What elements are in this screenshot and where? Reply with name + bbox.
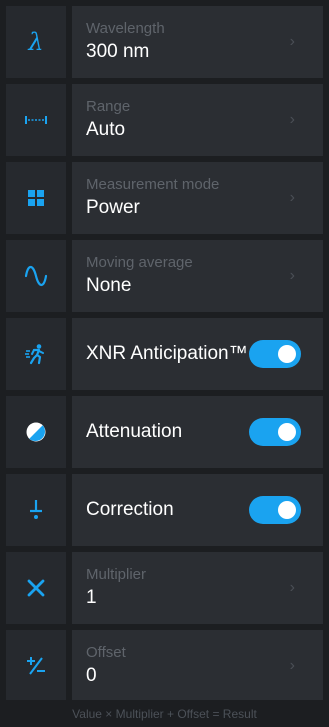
toggle-knob	[278, 501, 296, 519]
moving-average-icon-cell	[6, 240, 66, 312]
correction-icon-cell	[6, 474, 66, 546]
wavelength-icon-cell: λ	[6, 6, 66, 78]
range-setting[interactable]: Range Auto ›	[6, 84, 323, 156]
settings-panel: λ Wavelength 300 nm › Range Auto › Measu…	[0, 0, 329, 727]
correction-setting: Correction	[6, 474, 323, 546]
multiplier-icon-cell	[6, 552, 66, 624]
running-person-icon	[25, 343, 47, 365]
measurement-mode-icon-cell	[6, 162, 66, 234]
chevron-right-icon: ›	[289, 267, 295, 284]
multiplier-label: Multiplier	[86, 566, 147, 583]
measurement-mode-setting[interactable]: Measurement mode Power ›	[6, 162, 323, 234]
wavelength-value: 300 nm	[86, 41, 150, 62]
offset-label: Offset	[86, 644, 126, 661]
range-label: Range	[86, 98, 131, 115]
chevron-right-icon: ›	[289, 33, 295, 50]
multiplier-content[interactable]: Multiplier 1 ›	[72, 552, 323, 624]
grid-icon	[28, 190, 44, 206]
attenuation-toggle[interactable]	[249, 418, 301, 446]
moving-average-content[interactable]: Moving average None ›	[72, 240, 323, 312]
xnr-anticipation-toggle[interactable]	[249, 340, 301, 368]
sine-wave-icon	[24, 265, 48, 287]
xnr-content: XNR Anticipation™	[72, 318, 323, 390]
wavelength-setting[interactable]: λ Wavelength 300 nm ›	[6, 6, 323, 78]
offset-icon-cell	[6, 630, 66, 702]
offset-content[interactable]: Offset 0 ›	[72, 630, 323, 702]
range-value: Auto	[86, 119, 126, 140]
range-icon-cell	[6, 84, 66, 156]
measurement-mode-value: Power	[86, 197, 140, 218]
contrast-icon	[25, 421, 47, 443]
measurement-mode-content[interactable]: Measurement mode Power ›	[72, 162, 323, 234]
lambda-icon: λ	[24, 29, 48, 55]
xnr-icon-cell	[6, 318, 66, 390]
chevron-right-icon: ›	[289, 579, 295, 596]
wavelength-label: Wavelength	[86, 20, 165, 37]
multiply-icon	[27, 579, 45, 597]
measurement-mode-label: Measurement mode	[86, 176, 220, 193]
range-icon	[24, 114, 48, 126]
chevron-right-icon: ›	[289, 111, 295, 128]
attenuation-content: Attenuation	[72, 396, 323, 468]
moving-average-setting[interactable]: Moving average None ›	[6, 240, 323, 312]
attenuation-setting: Attenuation	[6, 396, 323, 468]
chevron-right-icon: ›	[289, 189, 295, 206]
toggle-knob	[278, 423, 296, 441]
multiplier-value: 1	[86, 587, 97, 608]
attenuation-icon-cell	[6, 396, 66, 468]
range-content[interactable]: Range Auto ›	[72, 84, 323, 156]
plus-minus-icon	[25, 656, 47, 676]
formula-footer: Value × Multiplier + Offset = Result	[0, 700, 329, 727]
xnr-anticipation-setting: XNR Anticipation™	[6, 318, 323, 390]
correction-icon	[28, 499, 44, 521]
chevron-right-icon: ›	[289, 657, 295, 674]
correction-content: Correction	[72, 474, 323, 546]
wavelength-content[interactable]: Wavelength 300 nm ›	[72, 6, 323, 78]
toggle-knob	[278, 345, 296, 363]
correction-toggle[interactable]	[249, 496, 301, 524]
offset-value: 0	[86, 665, 97, 686]
offset-setting[interactable]: Offset 0 ›	[6, 630, 323, 702]
multiplier-setting[interactable]: Multiplier 1 ›	[6, 552, 323, 624]
moving-average-label: Moving average	[86, 254, 193, 271]
moving-average-value: None	[86, 275, 132, 296]
svg-text:λ: λ	[27, 29, 43, 55]
